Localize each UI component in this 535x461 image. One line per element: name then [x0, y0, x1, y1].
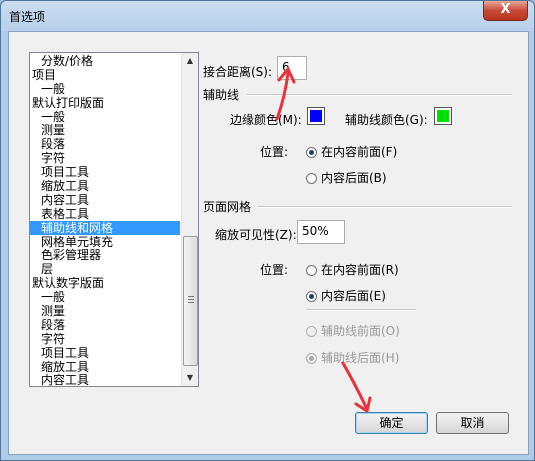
preferences-dialog: 首选项 X 分数/价格 项目 一般 默认打印版面 一般 测量 段落 字符 项目工具 缩放工具 内容工…	[0, 0, 535, 461]
annotation-arrow-snap	[275, 66, 296, 121]
annotation-arrow-ok	[341, 361, 372, 414]
annotation-arrows	[275, 66, 372, 414]
